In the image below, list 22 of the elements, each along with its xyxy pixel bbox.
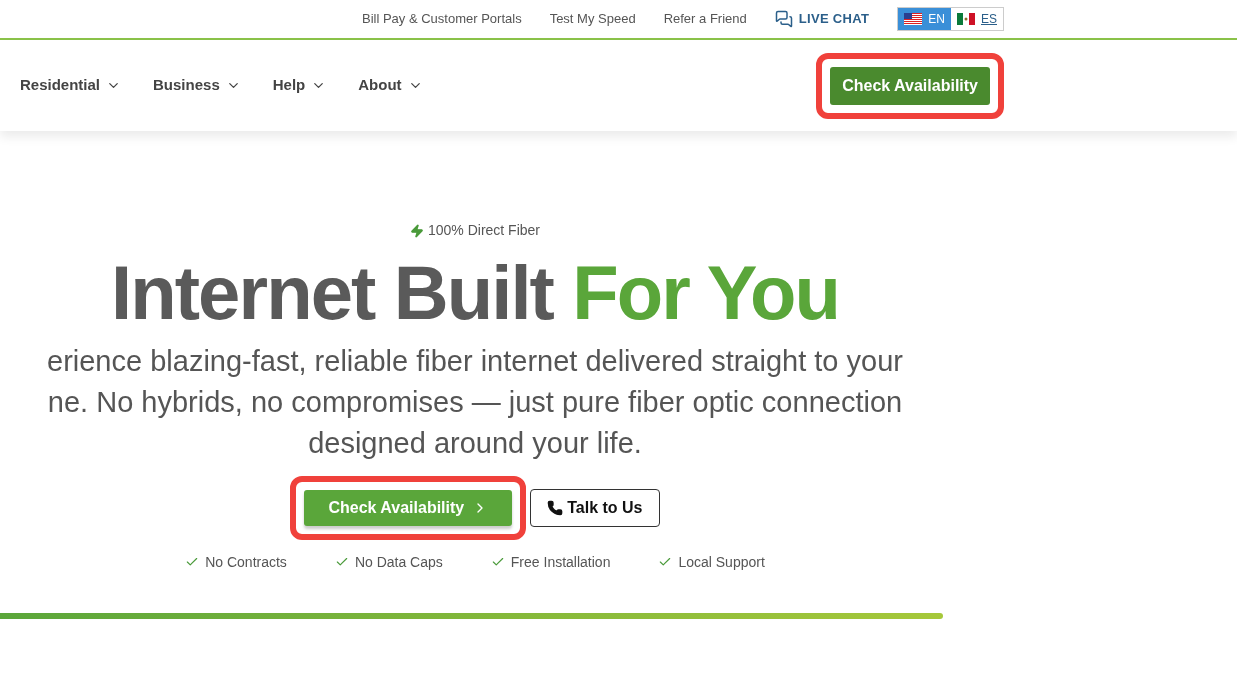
nav-menu-item[interactable]: Residential [20,74,122,97]
flag-icon [957,13,975,25]
nav-menu-item[interactable]: Business [153,74,241,97]
top-link[interactable]: Refer a Friend [663,9,747,29]
check-availability-button[interactable]: Check Availability [830,66,990,105]
nav-menu-item[interactable]: About [358,74,423,97]
feature-label: No Data Caps [354,552,443,572]
top-link[interactable]: Bill Pay & Customer Portals [361,9,522,29]
phone-icon [547,499,564,516]
hero-description: erience blazing-fast, reliable fiber internet delivered straight to your ne. No hybrids, no compromises — just pure fiber optic connection designed around your life. [47,343,903,461]
feature-label: No Contracts [205,552,287,572]
nav-menu-item[interactable]: Help [272,74,327,97]
lightning-icon [409,223,424,238]
flag-icon [904,13,923,25]
feature-label: Free Installation [510,552,611,572]
badge-text: 100% Direct Fiber [409,220,540,241]
live-chat-link[interactable]: LIVE CHAT [774,9,870,29]
top-link[interactable]: Test My Speed [549,9,636,29]
talk-to-us-button[interactable]: Talk to Us [530,488,660,527]
hero-title: Internet Built For You [110,251,839,335]
feature-label: Local Support [678,552,765,572]
chat-icon [774,10,793,28]
